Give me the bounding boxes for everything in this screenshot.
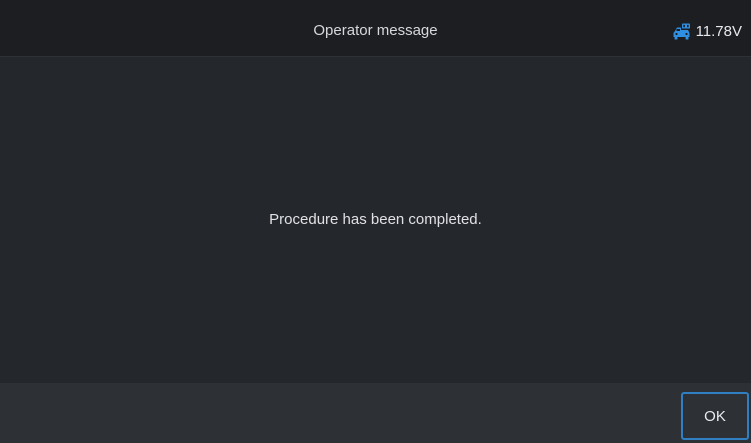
car-battery-icon	[673, 23, 690, 39]
message-area: Procedure has been completed.	[0, 57, 751, 383]
button-bar: OK	[0, 383, 751, 443]
page-title: Operator message	[313, 22, 438, 39]
voltage-value: 11.78V	[695, 22, 742, 40]
ok-button[interactable]: OK	[681, 392, 749, 440]
operator-message-screen: Operator message 11.78V Procedure has be…	[0, 0, 751, 443]
title-bar: Operator message 11.78V	[0, 0, 751, 57]
battery-voltage-indicator: 11.78V	[672, 0, 742, 57]
operator-message-text: Procedure has been completed.	[269, 211, 482, 228]
